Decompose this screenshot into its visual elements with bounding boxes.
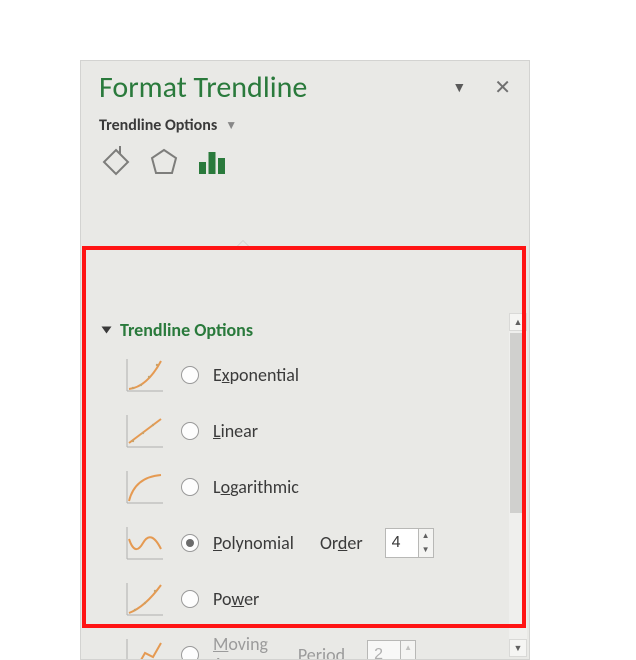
order-up-icon[interactable]: ▲ [419, 529, 433, 543]
option-linear[interactable]: Linear [123, 403, 515, 459]
option-logarithmic[interactable]: Logarithmic [123, 459, 515, 515]
order-down-icon[interactable]: ▼ [419, 543, 433, 557]
moving-average-chart-icon [123, 635, 167, 659]
label-logarithmic[interactable]: Logarithmic [213, 476, 299, 498]
radio-polynomial[interactable] [181, 534, 199, 552]
radio-moving-average[interactable] [181, 646, 199, 659]
scroll-up-icon[interactable]: ▲ [509, 313, 527, 331]
scroll-track[interactable] [509, 331, 527, 639]
trendline-type-list: Exponential Linear [81, 341, 529, 659]
label-power[interactable]: Power [213, 588, 259, 610]
order-input[interactable] [385, 528, 419, 558]
vertical-scrollbar[interactable]: ▲ ▼ [509, 313, 527, 657]
label-exponential[interactable]: Exponential [213, 364, 299, 386]
radio-power[interactable] [181, 590, 199, 608]
subtitle-row: Trendline Options ▼ [81, 110, 529, 135]
label-linear[interactable]: Linear [213, 420, 258, 442]
radio-linear[interactable] [181, 422, 199, 440]
trendline-options-icon[interactable] [195, 145, 229, 179]
options-scroll-area: Trendline Options Exponential [81, 251, 529, 659]
period-spinner: ▲ ▼ [367, 640, 416, 659]
selected-tab-pointer-icon [233, 241, 253, 251]
radio-logarithmic[interactable] [181, 478, 199, 496]
category-toolbar [81, 135, 529, 185]
subtitle-dropdown-icon[interactable]: ▼ [225, 118, 237, 133]
order-spinner[interactable]: ▲ ▼ [385, 528, 434, 558]
scroll-down-icon[interactable]: ▼ [509, 639, 527, 657]
option-moving-average[interactable]: MovingAverage Period ▲ ▼ [123, 627, 515, 659]
option-exponential[interactable]: Exponential [123, 347, 515, 403]
radio-exponential[interactable] [181, 366, 199, 384]
fill-line-icon[interactable] [99, 145, 133, 179]
panel-title: Format Trendline [99, 69, 307, 106]
period-input [367, 640, 401, 659]
exponential-chart-icon [123, 355, 167, 395]
period-up-icon: ▲ [401, 641, 415, 655]
scroll-thumb[interactable] [510, 333, 526, 513]
label-moving-average[interactable]: MovingAverage [213, 635, 272, 659]
section-header[interactable]: Trendline Options [81, 311, 529, 341]
option-polynomial[interactable]: Polynomial Order ▲ ▼ [123, 515, 515, 571]
section-title: Trendline Options [120, 319, 253, 341]
linear-chart-icon [123, 411, 167, 451]
collapse-triangle-icon[interactable] [102, 327, 112, 334]
option-power[interactable]: Power [123, 571, 515, 627]
close-icon[interactable]: ✕ [494, 75, 511, 100]
logarithmic-chart-icon [123, 467, 167, 507]
period-label: Period [298, 644, 345, 659]
format-trendline-panel: Format Trendline ▼ ✕ Trendline Options ▼ [80, 60, 530, 660]
polynomial-chart-icon [123, 523, 167, 563]
period-down-icon: ▼ [401, 655, 415, 659]
panel-header: Format Trendline ▼ ✕ [81, 61, 529, 110]
label-polynomial[interactable]: Polynomial [213, 532, 294, 554]
panel-menu-caret-icon[interactable]: ▼ [452, 79, 466, 96]
order-label: Order [320, 532, 363, 554]
subtitle-label: Trendline Options [99, 116, 217, 135]
effects-icon[interactable] [147, 145, 181, 179]
power-chart-icon [123, 579, 167, 619]
header-controls: ▼ ✕ [452, 75, 511, 100]
